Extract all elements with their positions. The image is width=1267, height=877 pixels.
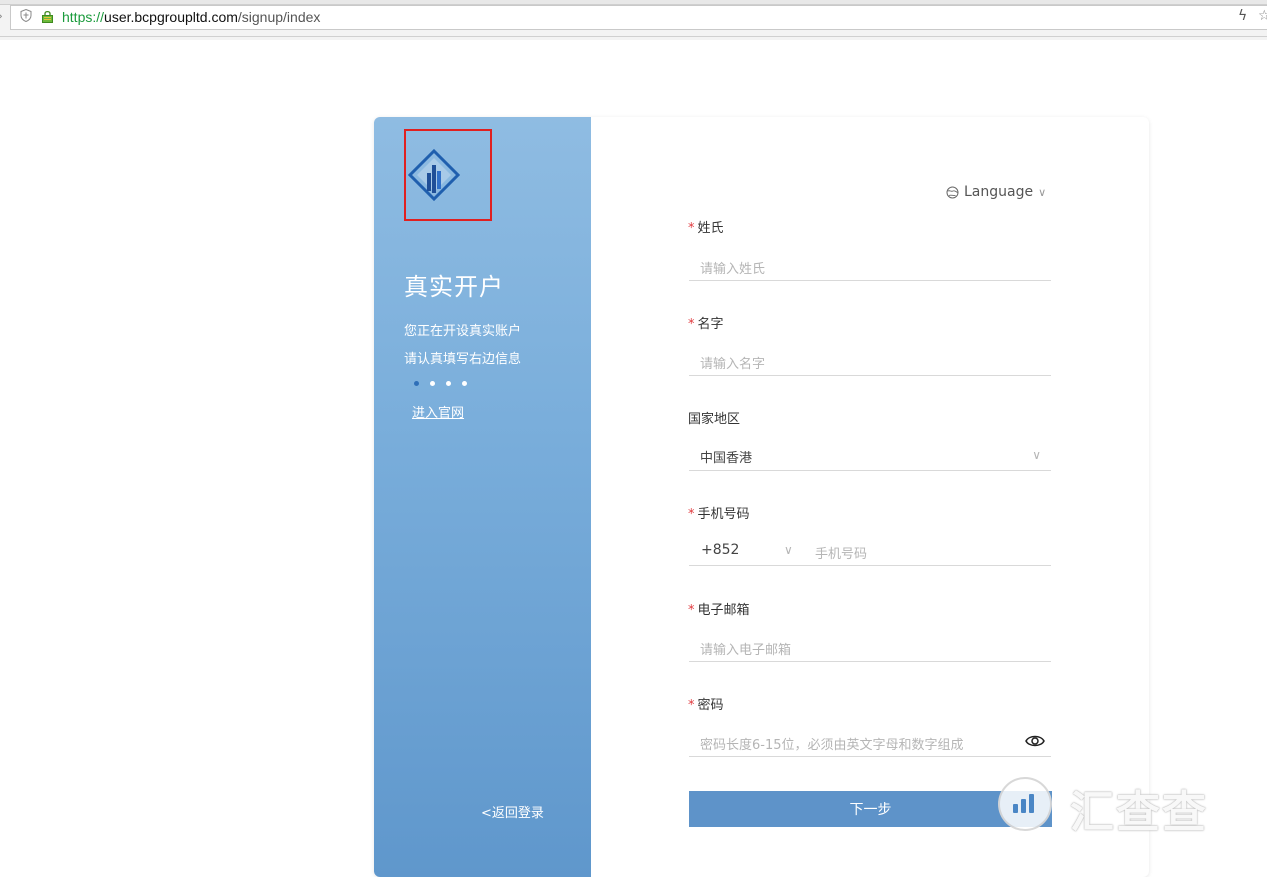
lightning-icon[interactable]: ϟ (1238, 8, 1247, 24)
favorite-star-icon[interactable]: ☆ (1258, 8, 1267, 24)
given-name-label: * 名字 (688, 313, 724, 332)
sidebar-subtitle-line1: 您正在开设真实账户 (404, 324, 522, 339)
watermark-bar (1029, 794, 1034, 813)
browser-address-bar: › https://user.bcpgroupltd.com/signup/in… (0, 0, 1267, 40)
step-dot-active (414, 381, 419, 386)
required-mark: * (688, 507, 695, 522)
url-text[interactable]: https://user.bcpgroupltd.com/signup/inde… (62, 8, 320, 26)
eye-icon[interactable] (1025, 733, 1045, 749)
surname-placeholder: 请输入姓氏 (700, 262, 766, 277)
given-name-placeholder: 请输入名字 (700, 357, 766, 372)
globe-icon (946, 186, 959, 198)
phone-label: * 手机号码 (688, 503, 750, 522)
logo-highlight-box (404, 129, 492, 221)
phone-label-text: 手机号码 (697, 507, 750, 522)
watermark-text: 汇查查 (1070, 787, 1208, 838)
sidebar-panel: 真实开户 您正在开设真实账户 请认真填写右边信息 进入官网 <返回登录 (374, 117, 591, 877)
watermark-bar (1013, 804, 1018, 813)
back-chevron-icon[interactable]: › (0, 9, 3, 23)
sidebar-subtitle-line2: 请认真填写右边信息 (404, 352, 522, 367)
country-label: 国家地区 (688, 408, 740, 427)
watermark-logo-icon (998, 777, 1052, 831)
sidebar-title: 真实开户 (404, 273, 504, 301)
country-code-select[interactable]: +852 (701, 542, 739, 558)
step-indicator (414, 381, 467, 386)
password-label: * 密码 (688, 694, 724, 713)
watermark-bar (1021, 799, 1026, 813)
signup-card: 真实开户 您正在开设真实账户 请认真填写右边信息 进入官网 <返回登录 Lang… (374, 117, 1149, 877)
country-value: 中国香港 (700, 451, 753, 466)
url-host: user.bcpgroupltd.com (104, 9, 238, 25)
chevron-down-icon: ∨ (1032, 448, 1041, 462)
phone-input-group: +852 ∨ 手机号码 (689, 536, 1051, 566)
password-placeholder: 密码长度6-15位，必须由英文字母和数字组成 (700, 738, 964, 753)
surname-label: * 姓氏 (688, 217, 724, 236)
surname-input[interactable]: 请输入姓氏 (689, 251, 1051, 281)
given-name-input[interactable]: 请输入名字 (689, 346, 1051, 376)
required-mark: * (688, 317, 695, 332)
lock-icon[interactable] (41, 10, 54, 23)
company-logo-icon (408, 149, 460, 201)
step-dot (462, 381, 467, 386)
step-dot (430, 381, 435, 386)
toolbar-divider (0, 36, 1267, 37)
email-placeholder: 请输入电子邮箱 (700, 643, 792, 658)
language-label: Language (964, 184, 1034, 200)
password-label-text: 密码 (697, 698, 724, 713)
email-label: * 电子邮箱 (688, 599, 750, 618)
required-mark: * (688, 603, 695, 618)
step-dot (446, 381, 451, 386)
language-selector[interactable]: Language ∨ (946, 184, 1046, 200)
chevron-down-icon[interactable]: ∨ (784, 543, 793, 557)
email-label-text: 电子邮箱 (697, 603, 750, 618)
back-to-login-link[interactable]: <返回登录 (481, 802, 544, 821)
email-input[interactable]: 请输入电子邮箱 (689, 632, 1051, 662)
surname-label-text: 姓氏 (697, 221, 724, 236)
url-scheme: https:// (62, 9, 105, 25)
given-name-label-text: 名字 (697, 317, 724, 332)
country-label-text: 国家地区 (688, 412, 741, 427)
shield-icon[interactable] (20, 9, 32, 22)
country-select[interactable]: 中国香港 ∨ (689, 441, 1051, 471)
required-mark: * (688, 698, 695, 713)
password-input[interactable]: 密码长度6-15位，必须由英文字母和数字组成 (689, 727, 1051, 757)
url-path: /signup/index (237, 9, 321, 25)
required-mark: * (688, 221, 695, 236)
chevron-down-icon: ∨ (1038, 185, 1047, 199)
phone-input[interactable]: 手机号码 (815, 543, 867, 562)
official-site-link[interactable]: 进入官网 (412, 402, 464, 421)
